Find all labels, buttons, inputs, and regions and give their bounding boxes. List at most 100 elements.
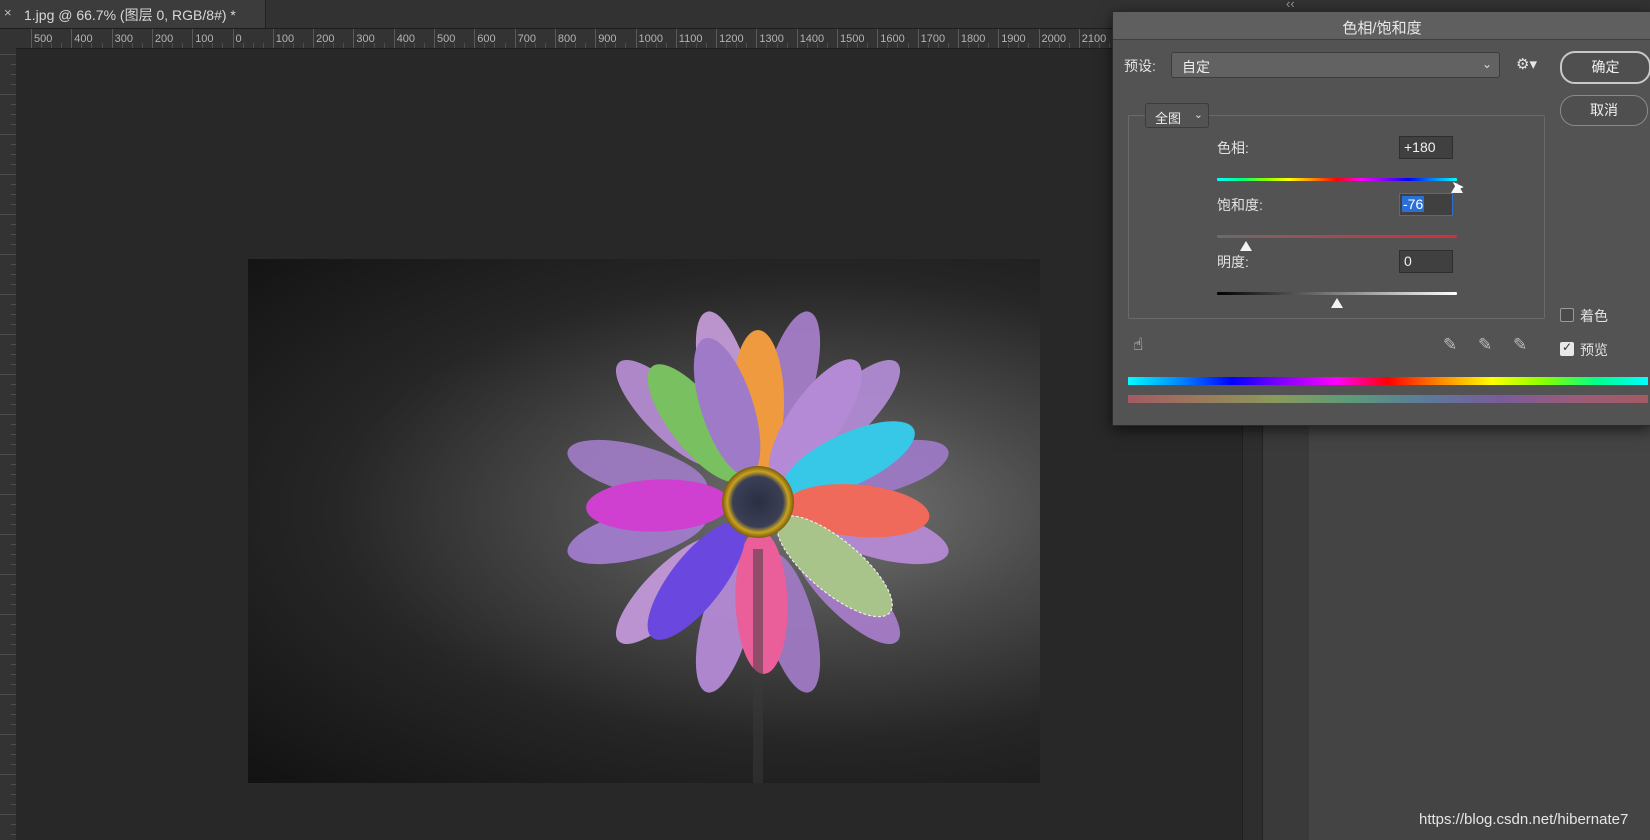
ruler-minor-tick: [141, 43, 143, 48]
dialog-titlebar[interactable]: 色相/饱和度: [1113, 12, 1650, 40]
ruler-minor-tick: [988, 43, 990, 48]
color-range-bar-bottom[interactable]: [1128, 395, 1648, 403]
ruler-tick: [756, 29, 758, 48]
ruler-minor-tick: [464, 43, 466, 48]
hue-label: 色相:: [1217, 140, 1249, 156]
ruler-tick: [151, 29, 153, 48]
ruler-minor-tick: [625, 43, 627, 48]
ruler-tick: [0, 294, 16, 295]
tab-title[interactable]: 1.jpg @ 66.7% (图层 0, RGB/8#) *: [24, 5, 236, 25]
ruler-label: 500: [437, 33, 456, 45]
ruler-tick: [0, 614, 16, 615]
flower-image[interactable]: [248, 259, 1040, 783]
ruler-tick: [393, 29, 395, 48]
channel-dropdown[interactable]: 全图 ⌄: [1145, 103, 1209, 128]
saturation-input[interactable]: -76: [1399, 193, 1453, 216]
saturation-slider-thumb[interactable]: [1239, 241, 1252, 251]
hue-slider-track[interactable]: [1217, 178, 1457, 181]
lightness-label: 明度:: [1217, 254, 1249, 270]
lightness-slider-track[interactable]: [1217, 292, 1457, 295]
ruler-minor-tick: [907, 43, 909, 48]
ruler-tick: [0, 174, 16, 175]
ruler-label: 400: [396, 33, 416, 45]
ruler-tick: [313, 29, 315, 48]
ruler-tick: [998, 29, 1000, 48]
ruler-minor-tick: [1109, 43, 1111, 48]
ruler-minor-tick: [867, 43, 869, 48]
gear-icon[interactable]: ⚙▾: [1516, 55, 1537, 73]
ok-button[interactable]: 确定: [1560, 51, 1650, 84]
ruler-minor-tick: [746, 43, 748, 48]
ruler-label: 1000: [638, 33, 663, 45]
ruler-tick: [0, 734, 16, 735]
hue-saturation-dialog: 色相/饱和度 预设: 自定 ⌄ ⚙▾ 确定 取消 全图 ⌄ 色相: +180 ➤…: [1112, 11, 1650, 426]
ruler-tick: [716, 29, 718, 48]
color-range-bar-top: [1128, 377, 1648, 385]
ruler-tick: [0, 134, 16, 135]
hue-input[interactable]: +180: [1399, 136, 1453, 159]
ruler-label: 1600: [880, 33, 905, 45]
ruler-label: 200: [316, 33, 335, 45]
flower-artwork: [567, 311, 949, 783]
lightness-input[interactable]: 0: [1399, 250, 1453, 273]
ruler-tick: [434, 29, 435, 48]
ruler-minor-tick: [826, 43, 828, 48]
cancel-button[interactable]: 取消: [1560, 95, 1648, 126]
ruler-tick: [1038, 29, 1040, 48]
lightness-slider-thumb[interactable]: [1331, 298, 1343, 308]
document-tab[interactable]: × 1.jpg @ 66.7% (图层 0, RGB/8#) *: [0, 0, 266, 28]
hand-target-icon[interactable]: ☝: [1133, 335, 1143, 355]
ruler-label: 0: [235, 33, 242, 45]
ruler-label: 100: [195, 33, 214, 45]
ruler-tick: [877, 29, 879, 48]
mouse-cursor-icon: ➤: [1451, 179, 1465, 196]
panel-collapse-icon[interactable]: ‹‹: [1286, 0, 1295, 11]
eyedropper-plus-icon[interactable]: ✎: [1478, 335, 1492, 355]
ruler-label: 300: [114, 33, 133, 45]
ruler-minor-tick: [252, 43, 254, 48]
adjustment-group: [1128, 115, 1545, 319]
horizontal-ruler[interactable]: 500 400 300 200 100 0 100 200 300 400 500 600 700 800…: [0, 29, 1112, 49]
ruler-tick: [192, 29, 194, 48]
preset-dropdown[interactable]: 自定 ⌄: [1171, 52, 1500, 78]
ruler-label: 400: [74, 33, 93, 45]
ruler-tick: [0, 334, 16, 335]
preset-value: 自定: [1182, 59, 1210, 75]
eyedropper-icon[interactable]: ✎: [1443, 335, 1457, 355]
ruler-tick: [595, 29, 597, 48]
ruler-minor-tick: [383, 43, 385, 48]
tab-close-icon[interactable]: ×: [4, 5, 12, 20]
ruler-tick: [0, 654, 16, 655]
ruler-tick: [1078, 29, 1080, 48]
ruler-tick: [0, 494, 16, 495]
ruler-tick: [0, 254, 16, 255]
ruler-label: 1200: [719, 33, 744, 45]
saturation-slider-track[interactable]: [1217, 235, 1457, 238]
ruler-tick: [957, 29, 959, 48]
ruler-minor-tick: [101, 43, 103, 48]
canvas-area[interactable]: [16, 49, 1242, 840]
ruler-minor-tick: [665, 43, 667, 48]
hue-value: +180: [1404, 139, 1436, 155]
ruler-minor-tick: [504, 43, 506, 48]
ruler-tick: [31, 29, 32, 48]
ruler-minor-tick: [182, 43, 184, 48]
ruler-tick: [0, 774, 16, 775]
ruler-label: 500: [34, 33, 53, 45]
preview-checkbox[interactable]: [1560, 340, 1574, 356]
ruler-label: 700: [517, 33, 536, 45]
vertical-ruler[interactable]: [0, 48, 17, 840]
ruler-minor-tick: [786, 43, 788, 48]
ruler-label: 300: [356, 33, 375, 45]
colorize-checkbox[interactable]: [1560, 308, 1574, 322]
eyedropper-minus-icon[interactable]: ✎: [1513, 335, 1527, 355]
ruler-label: 1400: [799, 33, 825, 45]
colorize-label: 着色: [1580, 308, 1608, 324]
ruler-label: 600: [477, 33, 496, 45]
ruler-tick: [0, 94, 16, 95]
preset-label: 预设:: [1124, 58, 1156, 74]
panel-dock-strip: [1242, 420, 1263, 840]
ruler-minor-tick: [262, 43, 264, 48]
ruler-minor-tick: [343, 43, 345, 48]
ruler-tick: [111, 29, 113, 48]
